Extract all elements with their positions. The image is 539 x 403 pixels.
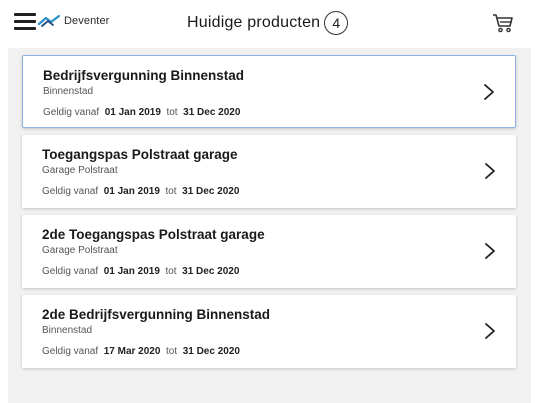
product-card[interactable]: Toegangspas Polstraat garage Garage Pols… [22, 135, 516, 208]
hamburger-menu-icon[interactable] [14, 13, 36, 31]
valid-from-date: 17 Mar 2020 [103, 346, 161, 357]
valid-from-date: 01 Jan 2019 [103, 186, 160, 197]
product-title: Toegangspas Polstraat garage [42, 147, 238, 162]
product-location: Garage Polstraat [42, 165, 118, 176]
until-label: tot [165, 186, 177, 197]
product-title: Bedrijfsvergunning Binnenstad [43, 68, 245, 83]
until-label: tot [166, 107, 178, 118]
product-title: 2de Toegangspas Polstraat garage [42, 227, 265, 242]
logo-text: Deventer [64, 15, 110, 27]
valid-from-label: Geldig vanaf [42, 266, 99, 277]
until-label: tot [166, 346, 178, 357]
product-list: Bedrijfsvergunning Binnenstad Binnenstad… [8, 48, 531, 403]
valid-from-label: Geldig vanaf [42, 346, 99, 357]
page-title-group: Huidige producten 4 [187, 11, 349, 35]
product-card[interactable]: 2de Bedrijfsvergunning Binnenstad Binnen… [22, 295, 516, 368]
product-card[interactable]: 2de Toegangspas Polstraat garage Garage … [22, 215, 516, 288]
valid-until-date: 31 Dec 2020 [183, 107, 241, 118]
page-title: Huidige producten [187, 14, 321, 31]
product-location: Binnenstad [42, 325, 93, 336]
product-validity: Geldig vanaf 01 Jan 2019 tot 31 Dec 2020 [43, 107, 240, 118]
deventer-logo-icon [38, 14, 60, 27]
product-count-badge: 4 [324, 11, 349, 35]
valid-until-date: 31 Dec 2020 [182, 346, 240, 357]
chevron-right-icon [485, 163, 495, 179]
valid-from-label: Geldig vanaf [43, 107, 100, 118]
valid-until-date: 31 Dec 2020 [182, 266, 240, 277]
valid-from-label: Geldig vanaf [42, 186, 99, 197]
product-validity: Geldig vanaf 17 Mar 2020 tot 31 Dec 2020 [42, 346, 240, 357]
product-validity: Geldig vanaf 01 Jan 2019 tot 31 Dec 2020 [42, 266, 239, 277]
until-label: tot [165, 266, 177, 277]
chevron-right-icon [485, 323, 495, 339]
product-location: Binnenstad [43, 86, 94, 97]
shopping-cart-icon[interactable] [492, 13, 514, 33]
chevron-right-icon [485, 243, 495, 259]
valid-until-date: 31 Dec 2020 [182, 186, 240, 197]
logo[interactable]: Deventer [38, 12, 109, 30]
product-validity: Geldig vanaf 01 Jan 2019 tot 31 Dec 2020 [42, 186, 239, 197]
valid-from-date: 01 Jan 2019 [103, 266, 160, 277]
chevron-right-icon [484, 84, 494, 100]
valid-from-date: 01 Jan 2019 [104, 107, 161, 118]
app-header: Deventer Huidige producten 4 [0, 0, 539, 48]
product-title: 2de Bedrijfsvergunning Binnenstad [42, 307, 271, 322]
product-location: Garage Polstraat [42, 245, 118, 256]
product-card[interactable]: Bedrijfsvergunning Binnenstad Binnenstad… [22, 55, 516, 128]
